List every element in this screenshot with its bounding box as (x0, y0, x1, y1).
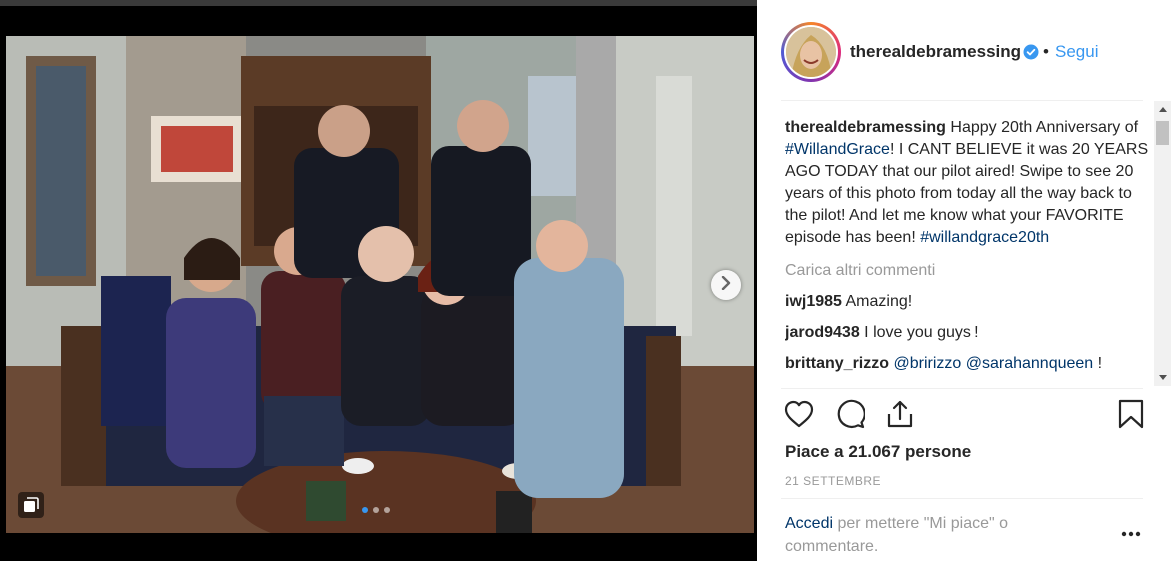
caption-hashtag[interactable]: #WillandGrace (785, 141, 890, 158)
avatar-image (786, 27, 836, 77)
verified-badge-icon (1023, 44, 1039, 60)
share-icon[interactable] (884, 398, 916, 430)
comment-username[interactable]: brittany_rizzo (785, 355, 889, 372)
carousel-dot[interactable] (362, 507, 368, 513)
post-caption: therealdebramessing Happy 20th Anniversa… (785, 117, 1153, 249)
comment-text: I love you guys ! (864, 324, 979, 341)
comment-mention[interactable]: @sarahannqueen (966, 355, 1093, 372)
footer-divider (781, 498, 1143, 499)
more-options-icon[interactable] (1119, 522, 1143, 546)
header-divider (781, 100, 1143, 101)
scrollbar-thumb[interactable] (1156, 121, 1169, 145)
caption-text: Happy 20th Anniversary of (950, 119, 1139, 136)
bookmark-icon[interactable] (1115, 398, 1147, 430)
post-author-username[interactable]: therealdebramessing (850, 42, 1021, 62)
scroll-up-arrow-icon[interactable] (1154, 101, 1171, 118)
carousel-dots (362, 507, 390, 513)
carousel-dot[interactable] (384, 507, 390, 513)
login-link[interactable]: Accedi (785, 515, 833, 532)
post-side-panel: therealdebramessing • Segui therealdebra… (757, 0, 1174, 561)
carousel-dot[interactable] (373, 507, 379, 513)
chevron-right-icon (720, 275, 732, 295)
scroll-down-arrow-icon[interactable] (1154, 369, 1171, 386)
caption-hashtag[interactable]: #willandgrace20th (920, 229, 1049, 246)
comment-mention[interactable]: @bririzzo (893, 355, 961, 372)
comments-scrollbar[interactable] (1154, 101, 1171, 386)
comment-icon[interactable] (834, 398, 866, 430)
comment: iwj1985 Amazing! (785, 291, 1153, 313)
comment-username[interactable]: iwj1985 (785, 293, 842, 310)
actions-divider (781, 388, 1143, 389)
comment: jarod9438 I love you guys ! (785, 322, 1153, 344)
load-more-comments-button[interactable]: Carica altri commenti (785, 260, 1153, 282)
comment-text: Amazing! (845, 293, 913, 310)
post-photo[interactable] (6, 36, 754, 533)
comment-username[interactable]: jarod9438 (785, 324, 860, 341)
post-date: 21 SETTEMBRE (785, 474, 882, 488)
comments-list[interactable]: therealdebramessing Happy 20th Anniversa… (785, 117, 1153, 387)
post-header: therealdebramessing • Segui (757, 0, 1174, 100)
carousel-icon (18, 492, 44, 518)
avatar[interactable] (781, 22, 841, 82)
comment-text: ! (1093, 355, 1103, 372)
comment: brittany_rizzo @bririzzo @sarahannqueen … (785, 353, 1153, 375)
login-prompt: Accedi per mettere "Mi piace" o commenta… (785, 512, 1085, 558)
heart-icon[interactable] (783, 398, 815, 430)
follow-button[interactable]: Segui (1055, 42, 1098, 62)
next-slide-button[interactable] (711, 270, 741, 300)
background-strip (0, 0, 757, 6)
header-separator: • (1043, 42, 1049, 61)
likes-count[interactable]: Piace a 21.067 persone (785, 442, 971, 462)
caption-username[interactable]: therealdebramessing (785, 119, 946, 136)
